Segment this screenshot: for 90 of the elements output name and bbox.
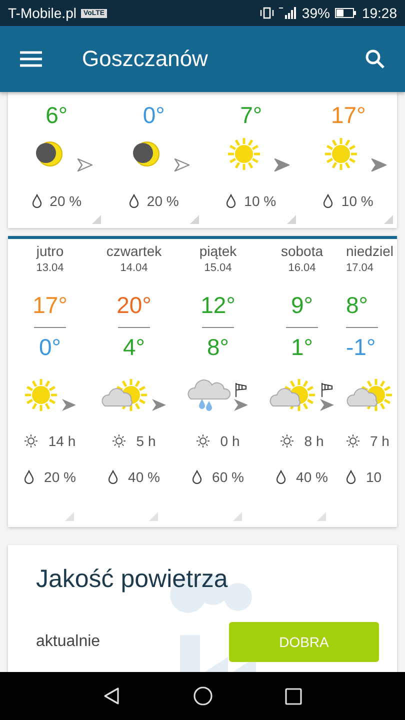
back-icon[interactable]	[103, 687, 121, 705]
moon-icon	[132, 139, 162, 169]
moon-icon	[34, 139, 65, 169]
rain-cloud-icon	[187, 377, 231, 413]
sun-cloud-icon	[346, 377, 394, 413]
drop-icon	[323, 194, 334, 208]
rain-chance: 20 %	[146, 193, 179, 209]
sun-icon	[226, 136, 262, 172]
drop-icon	[24, 470, 34, 484]
high-temperature: 9°	[291, 292, 313, 319]
sun-outline-icon	[112, 434, 126, 448]
sun-cloud-icon	[101, 377, 149, 413]
low-temperature: 1°	[291, 334, 313, 361]
rain-chance: 10	[366, 469, 382, 485]
drop-icon	[346, 470, 356, 484]
corner-icon	[286, 215, 296, 224]
high-temperature: 8°	[346, 292, 368, 319]
sun-outline-icon	[346, 434, 360, 448]
sun-cloud-icon	[269, 377, 317, 413]
temperature: 7°	[240, 102, 262, 129]
home-icon[interactable]	[193, 686, 213, 706]
drop-icon	[108, 470, 118, 484]
corner-icon	[149, 512, 158, 521]
recents-icon[interactable]	[285, 688, 302, 704]
temperature: 6°	[46, 102, 68, 129]
arrow-icon	[319, 397, 335, 413]
battery-icon	[334, 8, 357, 18]
high-temperature: 17°	[32, 292, 68, 319]
corner-icon	[233, 512, 242, 521]
temperature: 0°	[142, 102, 165, 129]
sun-hours: 8 h	[304, 433, 324, 449]
arrow-icon	[61, 397, 77, 413]
vibrate-icon	[260, 7, 274, 19]
drop-icon	[128, 194, 139, 208]
day-date: 13.04	[36, 262, 64, 274]
sun-hours: 0 h	[220, 433, 240, 449]
drop-icon	[32, 194, 42, 208]
sun-hours: 7 h	[370, 433, 390, 449]
air-quality-title: Jakość powietrza	[36, 565, 229, 594]
air-quality-label: aktualnie	[36, 633, 100, 651]
sun-outline-icon	[280, 434, 294, 448]
day-date: 14.04	[120, 262, 148, 274]
corner-icon	[65, 512, 74, 521]
corner-icon	[190, 215, 198, 224]
drop-icon	[192, 470, 202, 484]
drop-icon	[276, 470, 286, 484]
sun-hours: 14 h	[48, 433, 76, 449]
day-name: jutro	[36, 243, 64, 259]
low-temperature: -1°	[346, 334, 376, 361]
day-name: piątek	[199, 243, 237, 259]
low-temperature: 0°	[39, 334, 61, 361]
high-temperature: 12°	[200, 292, 236, 319]
location-title: Goszczanów	[82, 46, 208, 72]
arrow-icon	[151, 397, 167, 413]
rain-chance: 20 %	[50, 193, 82, 209]
rain-chance: 40 %	[128, 469, 160, 485]
corner-icon	[317, 512, 326, 521]
rain-chance: 20 %	[44, 469, 76, 485]
carrier-name: T-Mobile.pl	[8, 5, 76, 21]
low-temperature: 8°	[207, 334, 229, 361]
day-name: niedziel	[346, 243, 394, 259]
corner-icon	[384, 215, 393, 224]
low-temperature: 4°	[123, 334, 145, 361]
clock-time: 19:28	[362, 5, 397, 21]
rain-chance: 60 %	[212, 469, 244, 485]
menu-icon[interactable]	[20, 51, 42, 67]
air-quality-badge: DOBRA	[229, 622, 379, 662]
rain-chance: 40 %	[296, 469, 328, 485]
day-name: sobota	[280, 243, 324, 259]
temperature: 17°	[330, 102, 366, 129]
arrow-icon	[233, 397, 249, 413]
sun-outline-icon	[196, 434, 210, 448]
signal-icon	[278, 7, 297, 19]
day-name: czwartek	[106, 243, 162, 259]
sun-outline-icon	[24, 434, 38, 448]
day-date: 15.04	[204, 262, 232, 274]
sun-icon	[23, 377, 59, 413]
rain-chance: 10 %	[341, 193, 374, 209]
rain-chance: 10 %	[244, 193, 276, 209]
day-date: 17.04	[346, 262, 374, 274]
search-icon[interactable]	[365, 49, 385, 69]
windsock-icon	[235, 383, 247, 397]
day-date: 16.04	[288, 262, 316, 274]
corner-icon	[92, 215, 102, 224]
high-temperature: 20°	[116, 292, 152, 319]
windsock-icon	[321, 383, 333, 397]
sun-icon	[323, 136, 360, 172]
battery-percent: 39%	[302, 5, 330, 21]
sun-hours: 5 h	[136, 433, 156, 449]
drop-icon	[226, 194, 236, 208]
